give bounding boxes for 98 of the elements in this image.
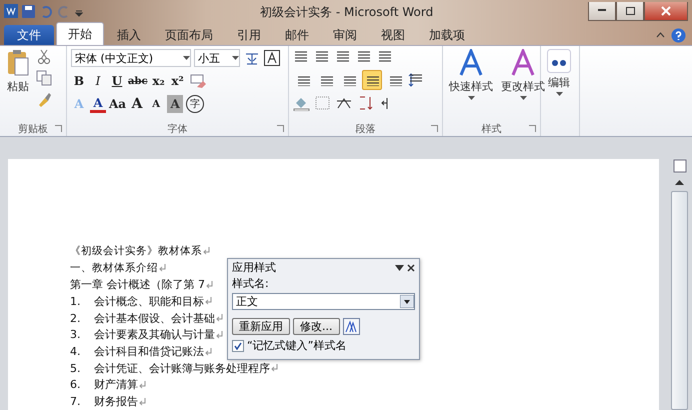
scissors-icon[interactable] xyxy=(36,49,52,65)
dialog-title: 应用样式 xyxy=(232,260,276,275)
dropdown-caret-icon[interactable] xyxy=(395,264,404,270)
group-label: 字体 xyxy=(67,121,288,136)
document-text: 财务报告 xyxy=(94,394,138,410)
dialog-button[interactable]: 修改... xyxy=(293,318,340,335)
document-text: 会计基本假设、会计基础 xyxy=(94,310,215,326)
help-icon[interactable] xyxy=(671,28,686,42)
document-text: 财产清算 xyxy=(94,377,138,392)
caret-icon xyxy=(183,56,190,60)
align-lines-icon xyxy=(365,74,379,86)
font-size-field[interactable]: 小五 xyxy=(194,49,240,67)
ribbon-tab[interactable]: 审阅 xyxy=(322,25,368,45)
list-number: 2. xyxy=(70,312,82,325)
ribbon-tab[interactable]: 引用 xyxy=(226,25,272,45)
font-format-button[interactable]: x₂ xyxy=(150,72,167,90)
paste-button[interactable]: 粘贴 xyxy=(4,49,32,121)
alignment-button[interactable] xyxy=(362,70,382,90)
font-format-button[interactable]: abc xyxy=(128,72,148,90)
caret-icon xyxy=(556,92,562,96)
group-label: 剪贴板 xyxy=(0,121,66,136)
close-icon[interactable] xyxy=(407,264,415,272)
document-text: 会计凭证、会计账簿与账务处理程序 xyxy=(94,360,270,376)
align-lines-icon xyxy=(388,74,402,86)
styles-letter-icon xyxy=(509,49,537,77)
ribbon-tab[interactable]: 插入 xyxy=(106,25,152,45)
document-text: 《初级会计实务》教材体系 xyxy=(70,244,202,258)
word-logo-icon[interactable] xyxy=(4,4,18,18)
group-label: 段落 xyxy=(289,121,442,136)
collapse-ribbon-icon[interactable] xyxy=(656,32,665,38)
font-format-button[interactable]: A xyxy=(129,95,146,113)
font-format-button[interactable]: 字 xyxy=(186,95,204,113)
dialog-launcher-icon[interactable] xyxy=(431,125,438,132)
font-format-button[interactable]: Aa xyxy=(109,95,126,113)
font-format-button[interactable]: A xyxy=(90,95,106,113)
close-icon xyxy=(661,6,671,16)
dialog-button[interactable]: 重新应用 xyxy=(232,318,290,335)
list-number: 4. xyxy=(70,345,82,358)
font-format-button[interactable]: A xyxy=(148,95,164,113)
align-lines-icon xyxy=(319,74,333,86)
dialog-launcher-icon[interactable] xyxy=(529,125,536,132)
list-number: 1. xyxy=(70,294,82,308)
window-title: 初级会计实务 - Microsoft Word xyxy=(260,4,434,21)
binoculars-icon xyxy=(547,49,571,73)
font-format-button[interactable]: I xyxy=(90,72,106,90)
style-name-field[interactable]: 正文 xyxy=(232,293,415,310)
copy-icon[interactable] xyxy=(36,70,52,86)
document-text: 第一章 会计概述（除了第 7 xyxy=(70,277,205,292)
dropdown-button-icon[interactable] xyxy=(400,295,414,308)
minimize-button[interactable] xyxy=(588,2,616,20)
checkmark-icon xyxy=(234,342,242,350)
dialog-launcher-icon[interactable] xyxy=(277,125,284,132)
font-format-button[interactable]: B xyxy=(71,72,87,90)
group-label: 样式 xyxy=(443,121,540,136)
editing-button[interactable]: 编辑 xyxy=(545,49,573,136)
ruler-toggle-icon[interactable] xyxy=(672,159,686,173)
styles-button[interactable]: 快速样式 xyxy=(447,49,495,121)
font-format-button[interactable]: A xyxy=(167,95,184,113)
list-number: 7. xyxy=(70,395,82,408)
maximize-icon xyxy=(626,6,634,14)
document-text: 一、教材体系介绍 xyxy=(70,261,158,276)
minimize-icon xyxy=(598,9,606,12)
styles-letter-icon xyxy=(457,49,485,77)
list-number: 5. xyxy=(70,362,82,375)
styles-button[interactable]: 更改样式 xyxy=(499,49,547,121)
ribbon-tab[interactable]: 页面布局 xyxy=(154,25,224,45)
document-text: 会计要素及其确认与计量 xyxy=(94,327,215,342)
file-menu-button[interactable]: 文件 xyxy=(4,25,54,45)
maximize-button[interactable] xyxy=(616,2,644,20)
clipboard-icon xyxy=(6,49,30,77)
ribbon-tab[interactable]: 开始 xyxy=(56,22,104,45)
dialog-launcher-icon[interactable] xyxy=(55,125,62,132)
checkbox[interactable] xyxy=(232,340,244,352)
list-number: 6. xyxy=(70,378,82,392)
paintbrush-icon[interactable] xyxy=(36,91,52,107)
font-format-button[interactable]: x² xyxy=(170,72,186,90)
close-button[interactable] xyxy=(644,2,688,20)
ribbon-tab[interactable]: 加载项 xyxy=(418,25,476,45)
caret-icon xyxy=(232,56,239,60)
align-lines-icon xyxy=(342,74,356,86)
scrollbar-thumb[interactable] xyxy=(671,191,688,410)
caret-icon xyxy=(468,96,474,100)
document-text: 会计科目和借贷记账法 xyxy=(94,344,204,360)
ribbon-tab[interactable]: 邮件 xyxy=(274,25,320,45)
list-number: 3. xyxy=(70,328,82,342)
document-text: 会计概念、职能和目标 xyxy=(94,294,204,309)
save-icon[interactable] xyxy=(22,4,35,18)
font-format-button[interactable]: U xyxy=(109,72,125,90)
field-label: 样式名: xyxy=(232,276,270,291)
align-lines-icon xyxy=(296,74,310,86)
caret-icon xyxy=(520,96,526,100)
character-border-icon[interactable] xyxy=(264,50,280,66)
shading-icon[interactable] xyxy=(293,95,311,111)
ribbon-tab[interactable]: 视图 xyxy=(370,25,416,45)
style-inspector-icon[interactable] xyxy=(342,318,360,335)
clear-formatting-icon[interactable] xyxy=(188,73,207,89)
font-name-field[interactable]: 宋体 (中文正文) xyxy=(71,49,191,67)
checkbox-label: “记忆式键入”样式名 xyxy=(247,338,346,353)
